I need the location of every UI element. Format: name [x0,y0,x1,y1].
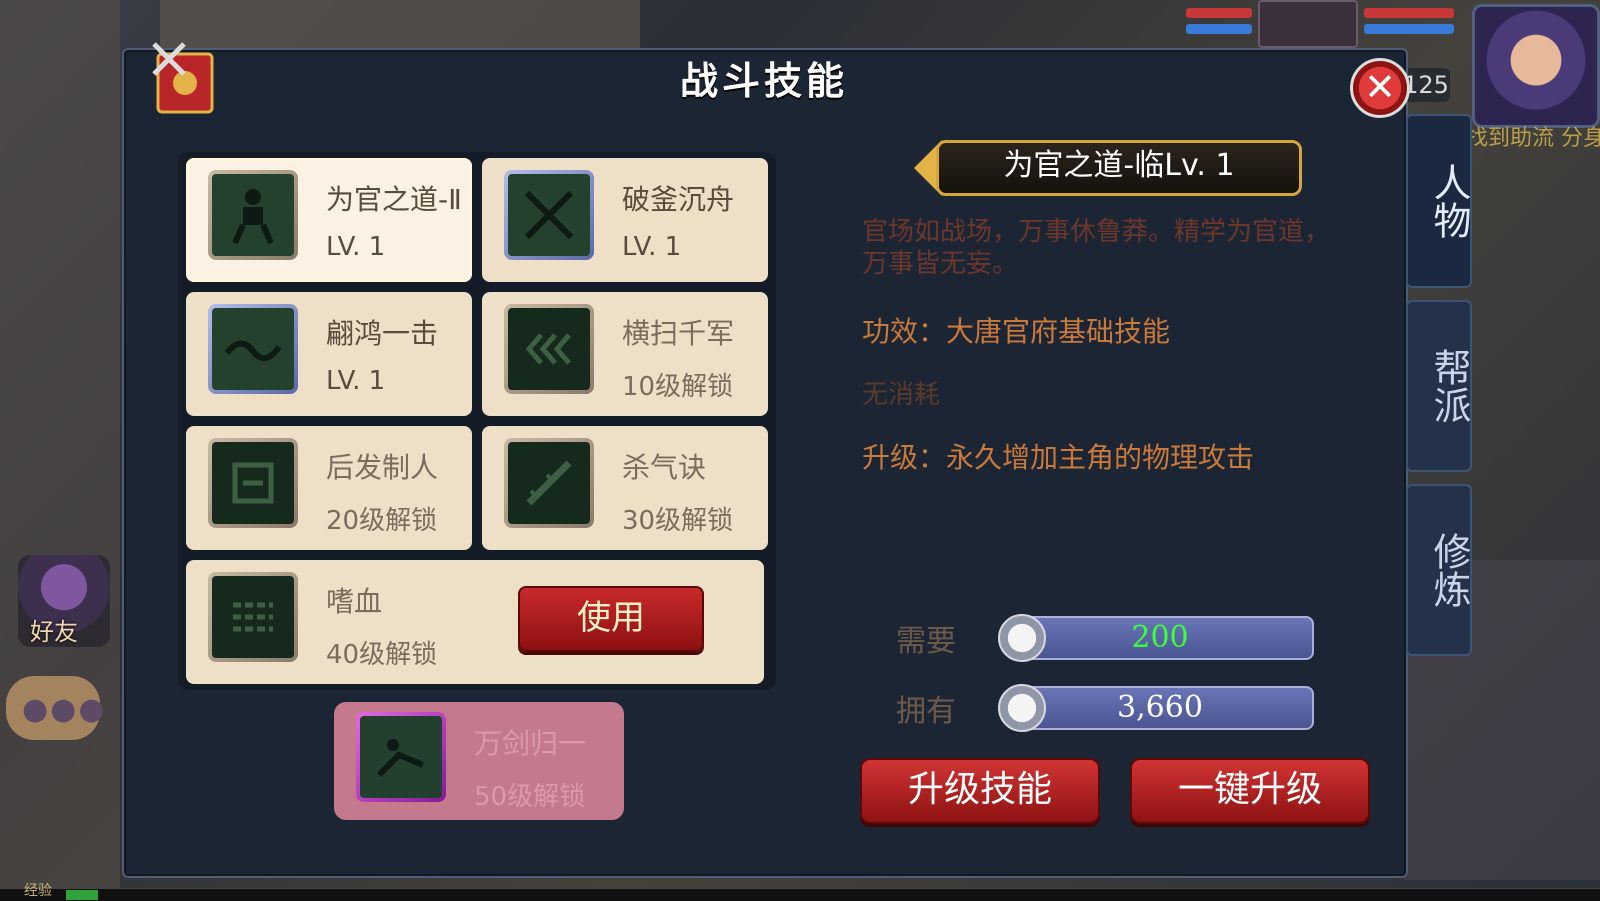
close-button[interactable]: ✕ [1350,58,1410,118]
skill-unlock-level: 20级解锁 [326,506,438,536]
tab-character[interactable]: 人物 [1406,114,1472,288]
exp-bar-fill [66,890,98,900]
exp-label: 经验 [24,883,52,899]
sword-aura-icon [526,460,572,506]
skill-level: LV. 1 [326,232,386,262]
teammate-portrait[interactable] [1258,0,1358,48]
silver-coin-icon [998,684,1046,732]
one-click-upgrade-button[interactable]: 一键升级 [1130,758,1370,824]
skill-card-weiguan[interactable]: 为官之道-Ⅱ LV. 1 [186,158,472,282]
player-hp-bar [1364,8,1454,18]
skill-name: 后发制人 [326,451,439,484]
skill-icon-frame [208,170,298,260]
skill-icon-frame [504,304,594,394]
sword-rush-icon [376,739,425,778]
skill-icon-frame [504,438,594,528]
skill-effect: 功效：大唐官府基础技能 [862,315,1171,348]
need-label: 需要 [896,624,956,659]
skill-unlock-level: 30级解锁 [622,506,734,536]
skill-card-hengsao[interactable]: 横扫千军 10级解锁 [482,292,768,416]
skill-card-shaqi[interactable]: 杀气诀 30级解锁 [482,426,768,550]
have-value-bar: 3,660 [1006,686,1314,730]
skill-name: 嗜血 [326,585,383,618]
skill-name: 杀气诀 [622,451,707,484]
triple-chevron-icon [525,333,571,365]
skill-icon-frame [356,712,446,802]
need-value-bar: 200 [1006,616,1314,660]
skill-cost: 无消耗 [862,380,941,410]
silver-coin-icon [998,614,1046,662]
teammate-mp-bar [1186,24,1252,34]
skill-card-wanjian[interactable]: 万剑归一 50级解锁 [334,702,624,820]
use-button[interactable]: 使用 [518,586,704,652]
player-mp-bar [1364,24,1454,34]
crossed-blades-icon [524,190,574,240]
skill-description: 官场如战场，万事休鲁莽。精学为官道，万事皆无妄。 [862,217,1331,279]
upgrade-skill-button[interactable]: 升级技能 [860,758,1100,824]
skill-name: 横扫千军 [622,317,735,350]
counter-icon [232,462,274,504]
teammate-hp-bar [1186,8,1252,18]
exp-bar [0,888,1600,901]
skill-unlock-level: 40级解锁 [326,640,438,670]
skill-name: 万剑归一 [474,727,587,760]
quest-tracker-text[interactable]: 找到助流 分身 [1466,126,1600,152]
skill-card-pianhong[interactable]: 翩鸿一击 LV. 1 [186,292,472,416]
skill-unlock-level: 50级解锁 [474,782,586,812]
scene-building [0,0,120,900]
skill-icon-frame [208,438,298,528]
skill-card-shixue[interactable]: 嗜血 40级解锁 使用 [186,560,764,684]
skill-name: 翩鸿一击 [326,317,439,350]
skill-book-icon [152,42,214,114]
skill-icon-frame [504,170,594,260]
skill-level: LV. 1 [622,232,682,262]
skill-icon-frame [208,304,298,394]
skill-unlock-level: 10级解锁 [622,372,734,402]
skill-name: 破釜沉舟 [622,183,735,216]
tab-cultivation[interactable]: 修炼 [1406,484,1472,656]
have-label: 拥有 [896,694,956,729]
skill-icon-frame [208,572,298,662]
panel-title: 战斗技能 [679,59,848,103]
bloodthirst-icon [233,602,273,632]
friends-label: 好友 [30,618,78,646]
tab-guild[interactable]: 帮派 [1406,300,1472,472]
selected-skill-banner: 为官之道-临Lv. 1 [936,140,1302,196]
skill-level: LV. 1 [326,366,386,396]
scene-roof [160,0,640,48]
skill-card-pofu[interactable]: 破釜沉舟 LV. 1 [482,158,768,282]
warrior-icon [232,189,274,245]
upgrade-description: 升级：永久增加主角的物理攻击 [862,441,1255,474]
dragon-strike-icon [224,340,282,361]
skill-name: 为官之道-Ⅱ [326,183,462,216]
chat-dots-icon: ●●● [22,692,107,727]
skill-card-houfa[interactable]: 后发制人 20级解锁 [186,426,472,550]
